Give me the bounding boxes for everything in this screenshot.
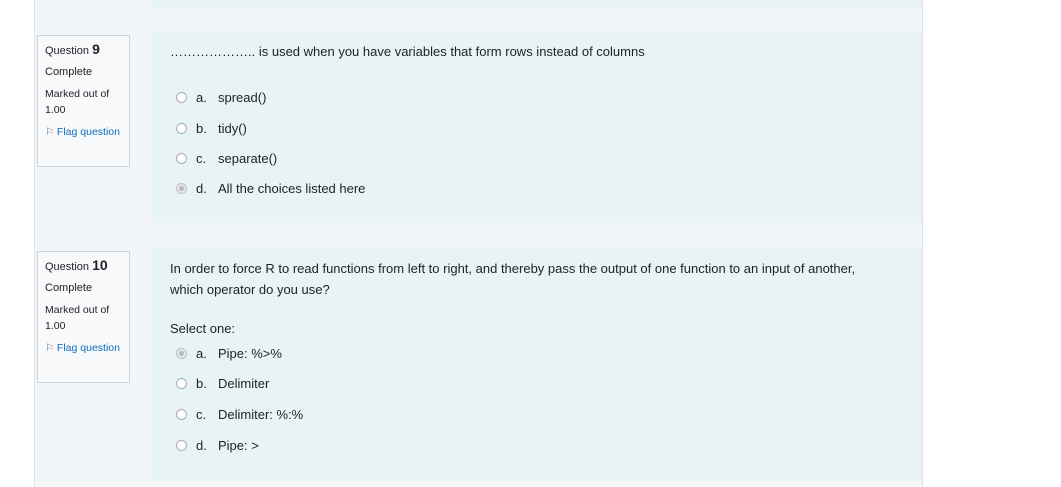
- select-one-prompt: Select one:: [170, 321, 236, 336]
- answer-option[interactable]: a. spread(): [176, 89, 266, 105]
- flag-icon: ⚐: [45, 343, 54, 354]
- flag-question-link[interactable]: ⚐ Flag question: [45, 124, 129, 141]
- radio-button[interactable]: [176, 182, 187, 194]
- flag-icon: ⚐: [45, 127, 54, 138]
- answer-option[interactable]: c. separate(): [176, 150, 277, 166]
- answer-label: Delimiter: %:%: [218, 406, 304, 422]
- radio-button[interactable]: [176, 152, 187, 164]
- question-state: Complete: [45, 282, 93, 294]
- answer-option[interactable]: d. Pipe: >: [176, 437, 259, 453]
- question-number: Question 9: [45, 41, 100, 57]
- answer-label: separate(): [218, 150, 278, 166]
- radio-button[interactable]: [176, 408, 187, 420]
- question-number: Question 10: [45, 257, 108, 273]
- answer-label: Delimiter: [218, 375, 270, 391]
- radio-button[interactable]: [176, 91, 187, 103]
- question-text: In order to force R to read functions fr…: [170, 261, 856, 297]
- answer-label: All the choices listed here: [218, 180, 366, 196]
- answer-option[interactable]: d. All the choices listed here: [176, 180, 365, 196]
- question-info-10: Question 10 Complete Marked out of 1.00 …: [37, 251, 130, 383]
- answer-option[interactable]: b. tidy(): [176, 120, 247, 136]
- question-grade: Marked out of 1.00: [45, 304, 110, 332]
- radio-button[interactable]: [176, 347, 187, 359]
- answer-option[interactable]: b. Delimiter: [176, 375, 269, 391]
- answer-label: spread(): [218, 89, 267, 105]
- radio-button[interactable]: [176, 122, 187, 134]
- answer-label: Pipe: %>%: [218, 345, 282, 361]
- answer-option[interactable]: a. Pipe: %>%: [176, 345, 282, 361]
- answer-label: tidy(): [218, 120, 247, 136]
- question-grade: Marked out of 1.00: [45, 88, 110, 116]
- question-info-9: Question 9 Complete Marked out of 1.00 ⚐…: [37, 35, 130, 167]
- question-content-9: ……………….. is used when you have variables…: [152, 32, 922, 223]
- answer-label: Pipe: >: [218, 437, 259, 453]
- flag-question-link[interactable]: ⚐ Flag question: [45, 340, 129, 357]
- question-content-10: In order to force R to read functions fr…: [152, 248, 922, 480]
- previous-question-content: [152, 0, 922, 8]
- radio-button[interactable]: [176, 439, 187, 451]
- question-text: ……………….. is used when you have variables…: [170, 44, 645, 59]
- radio-button[interactable]: [176, 377, 187, 389]
- question-state: Complete: [45, 66, 93, 78]
- answer-option[interactable]: c. Delimiter: %:%: [176, 406, 303, 422]
